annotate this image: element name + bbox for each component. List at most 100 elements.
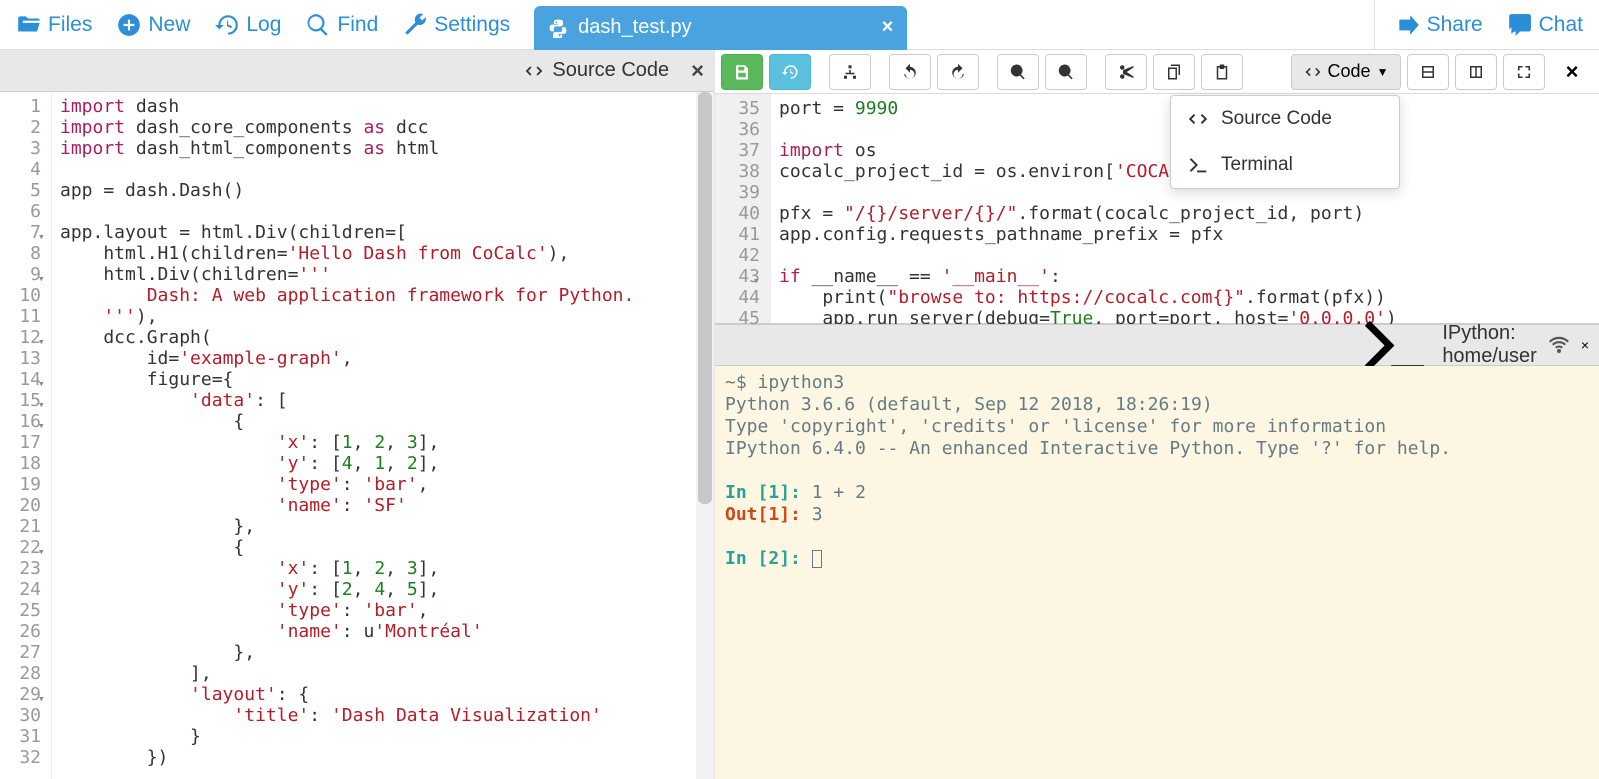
left-code-area[interactable]: import dashimport dash_core_components a…	[52, 92, 696, 779]
terminal-line: Python 3.6.6 (default, Sep 12 2018, 18:2…	[725, 394, 1589, 416]
find-button[interactable]: Find	[295, 6, 388, 44]
tab-close-icon[interactable]: ×	[882, 16, 894, 39]
code-line[interactable]: {	[60, 411, 696, 432]
line-number: 15	[0, 390, 41, 411]
view-dropdown-button[interactable]: Code ▼ Source Code Terminal	[1291, 54, 1401, 90]
code-line[interactable]: ],	[60, 663, 696, 684]
line-number: 43	[715, 266, 760, 287]
format-button[interactable]	[829, 54, 871, 90]
line-number: 5	[0, 180, 41, 201]
zoom-out-icon	[1009, 63, 1027, 81]
terminal-header-title: IPython: home/user	[1442, 322, 1537, 368]
line-number: 14	[0, 369, 41, 390]
redo-button[interactable]	[937, 54, 979, 90]
code-line[interactable]: html.Div(children='''	[60, 264, 696, 285]
cut-button[interactable]	[1105, 54, 1147, 90]
code-line[interactable]: },	[60, 516, 696, 537]
new-button[interactable]: New	[106, 6, 200, 44]
code-line[interactable]: 'x': [1, 2, 3],	[60, 432, 696, 453]
code-line[interactable]: import dash	[60, 96, 696, 117]
code-line[interactable]: {	[60, 537, 696, 558]
code-line[interactable]	[60, 201, 696, 222]
left-close-icon[interactable]: ×	[691, 58, 704, 84]
code-line[interactable]: if __name__ == '__main__':	[779, 266, 1599, 287]
cut-icon	[1117, 63, 1135, 81]
code-line[interactable]: '''),	[60, 306, 696, 327]
split-horizontal-button[interactable]	[1407, 54, 1449, 90]
terminal[interactable]: ~$ ipython3Python 3.6.6 (default, Sep 12…	[715, 366, 1599, 779]
code-line[interactable]	[779, 245, 1599, 266]
paste-button[interactable]	[1201, 54, 1243, 90]
code-line[interactable]: figure={	[60, 369, 696, 390]
code-line[interactable]: 'x': [1, 2, 3],	[60, 558, 696, 579]
dropdown-item-terminal[interactable]: Terminal	[1171, 142, 1399, 188]
zoom-out-button[interactable]	[997, 54, 1039, 90]
line-number: 39	[715, 182, 760, 203]
code-line[interactable]: }	[60, 726, 696, 747]
right-editor[interactable]: 3536373839404142434445 port = 9990import…	[715, 94, 1599, 324]
code-line[interactable]: Dash: A web application framework for Py…	[60, 285, 696, 306]
terminal-close-icon[interactable]: ×	[1581, 337, 1589, 353]
code-dropdown-label: Code	[1328, 61, 1371, 82]
files-button[interactable]: Files	[6, 6, 102, 44]
dropdown-item-source-code[interactable]: Source Code	[1171, 96, 1399, 142]
right-pane: Code ▼ Source Code Terminal	[715, 50, 1599, 779]
code-line[interactable]: 'y': [4, 1, 2],	[60, 453, 696, 474]
code-line[interactable]: })	[60, 747, 696, 768]
code-line[interactable]	[60, 159, 696, 180]
code-line[interactable]: import dash_core_components as dcc	[60, 117, 696, 138]
new-label: New	[148, 13, 190, 37]
right-toolbar: Code ▼ Source Code Terminal	[715, 50, 1599, 94]
code-line[interactable]: 'name': u'Montréal'	[60, 621, 696, 642]
line-number: 35	[715, 98, 760, 119]
code-line[interactable]: app = dash.Dash()	[60, 180, 696, 201]
split-vertical-button[interactable]	[1455, 54, 1497, 90]
left-scrollbar[interactable]	[696, 92, 714, 779]
line-number: 21	[0, 516, 41, 537]
undo-icon	[901, 63, 919, 81]
line-number: 40	[715, 203, 760, 224]
settings-button[interactable]: Settings	[392, 6, 520, 44]
left-editor[interactable]: 1234567891011121314151617181920212223242…	[0, 92, 714, 779]
code-line[interactable]: 'y': [2, 4, 5],	[60, 579, 696, 600]
line-number: 27	[0, 642, 41, 663]
save-button[interactable]	[721, 54, 763, 90]
zoom-in-button[interactable]	[1045, 54, 1087, 90]
columns-icon	[1467, 63, 1485, 81]
line-number: 13	[0, 348, 41, 369]
files-label: Files	[48, 13, 92, 37]
code-line[interactable]: 'name': 'SF'	[60, 495, 696, 516]
copy-button[interactable]	[1153, 54, 1195, 90]
line-number: 17	[0, 432, 41, 453]
code-icon	[524, 61, 544, 81]
code-line[interactable]: 'data': [	[60, 390, 696, 411]
line-number: 24	[0, 579, 41, 600]
chat-button[interactable]: Chat	[1497, 6, 1593, 44]
line-number: 7	[0, 222, 41, 243]
code-line[interactable]: app.config.requests_pathname_prefix = pf…	[779, 224, 1599, 245]
code-line[interactable]: dcc.Graph(	[60, 327, 696, 348]
code-line[interactable]: id='example-graph',	[60, 348, 696, 369]
code-line[interactable]: 'layout': {	[60, 684, 696, 705]
folder-open-icon	[16, 12, 42, 38]
fullscreen-button[interactable]	[1503, 54, 1545, 90]
terminal-line: ~$ ipython3	[725, 372, 1589, 394]
code-line[interactable]: 'type': 'bar',	[60, 600, 696, 621]
code-line[interactable]: html.H1(children='Hello Dash from CoCalc…	[60, 243, 696, 264]
code-line[interactable]: app.layout = html.Div(children=[	[60, 222, 696, 243]
code-line[interactable]: 'type': 'bar',	[60, 474, 696, 495]
undo-button[interactable]	[889, 54, 931, 90]
code-line[interactable]: },	[60, 642, 696, 663]
code-line[interactable]: import dash_html_components as html	[60, 138, 696, 159]
file-tab[interactable]: dash_test.py ×	[534, 6, 907, 50]
code-line[interactable]: pfx = "/{}/server/{}/".format(cocalc_pro…	[779, 203, 1599, 224]
right-gutter: 3536373839404142434445	[715, 94, 771, 323]
line-number: 29	[0, 684, 41, 705]
timetravel-button[interactable]	[769, 54, 811, 90]
code-line[interactable]: 'title': 'Dash Data Visualization'	[60, 705, 696, 726]
share-button[interactable]: Share	[1385, 6, 1493, 44]
log-button[interactable]: Log	[204, 6, 291, 44]
left-header-title: Source Code	[552, 59, 669, 82]
line-number: 3	[0, 138, 41, 159]
close-pane-button[interactable]: ×	[1551, 54, 1593, 90]
